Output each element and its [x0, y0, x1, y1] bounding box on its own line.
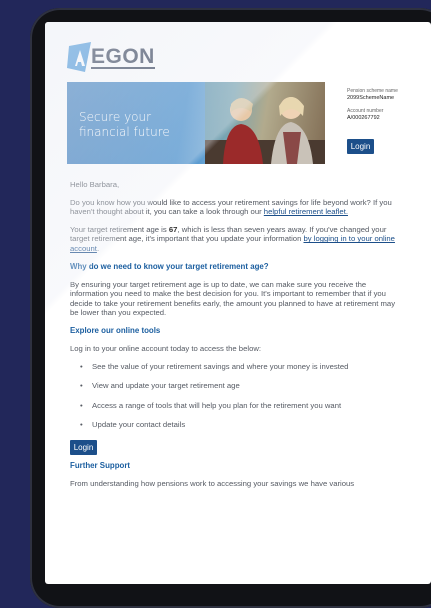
target-age-paragraph: Your target retirement age is 67, which … — [70, 225, 405, 254]
list-item: • Access a range of tools that will help … — [70, 401, 405, 411]
hero-photo — [205, 82, 325, 164]
account-number-label: Account number — [347, 108, 384, 114]
list-item-text: Update your contact details — [92, 420, 186, 430]
account-number-value: A/000267792 — [347, 115, 380, 121]
tools-intro: Log in to your online account today to a… — [70, 343, 262, 353]
list-item-text: See the value of your retirement savings… — [92, 361, 349, 371]
aegon-logo-icon — [67, 42, 91, 72]
scheme-label: Pension scheme name — [347, 88, 398, 94]
aegon-logo: EGON — [67, 42, 155, 72]
hero-tagline: Secure your financial future — [79, 110, 170, 140]
why-heading: Why do we need to know your target retir… — [70, 261, 269, 271]
greeting: Hello Barbara, — [70, 180, 120, 189]
list-item-text: View and update your target retirement a… — [92, 381, 240, 391]
list-item: • See the value of your retirement saving… — [70, 362, 405, 372]
retirement-leaflet-link[interactable]: helpful retirement leaflet. — [264, 207, 348, 216]
hero-line-1: Secure your — [79, 110, 152, 124]
target-age-end: . — [96, 243, 100, 253]
support-paragraph: From understanding how pensions work to … — [70, 479, 355, 489]
support-heading: Further Support — [70, 461, 131, 471]
bullet-icon: • — [80, 420, 83, 430]
target-age-pre: Your target retirement age is — [70, 224, 169, 234]
why-paragraph: By ensuring your target retirement age i… — [70, 279, 396, 318]
hero-line-2: financial future — [79, 125, 170, 139]
account-details: Pension scheme name 2099SchemeName Accou… — [347, 88, 427, 128]
bullet-icon: • — [80, 361, 83, 371]
scheme-value: 2099SchemeName — [347, 95, 395, 101]
tools-list: • See the value of your retirement saving… — [70, 362, 405, 431]
email-body: Hello Barbara, Do you know how you would… — [70, 180, 405, 497]
tools-heading: Explore our online tools — [70, 325, 161, 335]
bullet-icon: • — [80, 381, 83, 391]
intro-paragraph: Do you know how you would like to access… — [70, 198, 405, 217]
email-screen: EGON Secure your financial future Pensio… — [45, 22, 431, 584]
logo-text: EGON — [91, 44, 155, 69]
bullet-icon: • — [80, 400, 83, 410]
list-item-text: Access a range of tools that will help y… — [92, 400, 342, 410]
list-item: • View and update your target retirement … — [70, 381, 405, 391]
header-login-button[interactable]: Login — [347, 139, 374, 154]
body-login-button[interactable]: Login — [70, 440, 97, 456]
hero-banner: Secure your financial future — [67, 82, 325, 164]
list-item: • Update your contact details — [70, 420, 405, 430]
